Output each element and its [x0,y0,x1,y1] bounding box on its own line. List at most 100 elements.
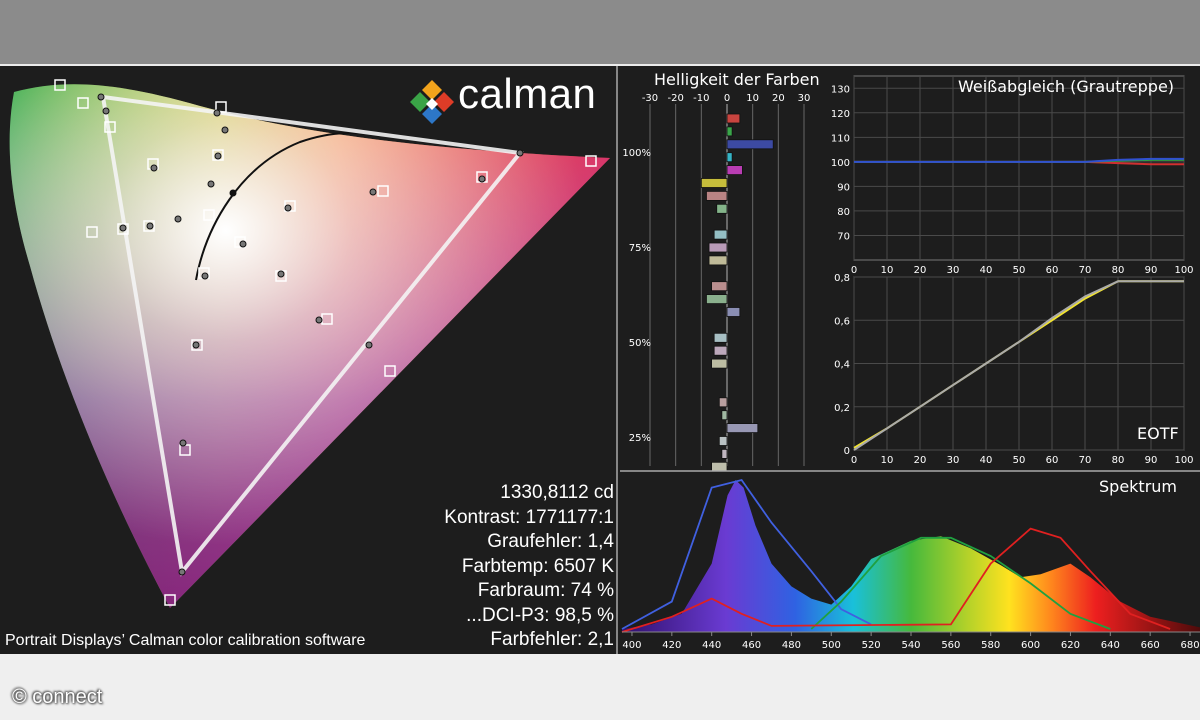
eotf-x-tick: 50 [1013,455,1026,466]
brightness-bar [726,307,741,317]
spectrum-x-tick: 480 [782,640,801,651]
brightness-bar [700,178,728,188]
wb-x-tick: 90 [1145,265,1158,276]
brightness-x-tick: 0 [724,93,730,104]
brightness-chart: -30 -20 -10 0 10 20 30 100% 75% 50% 25% [622,93,826,472]
white-balance-chart: 0 10 20 30 40 50 60 70 80 90 100 70 80 90 100 110 120 130 [831,75,1194,276]
wb-y-tick: 120 [831,109,850,120]
brightness-bar [713,229,728,240]
brightness-bar [726,113,741,124]
brightness-bar [713,345,728,356]
eotf-y-tick: 0,2 [834,403,850,414]
wb-x-tick: 40 [980,265,993,276]
brightness-bar [708,242,728,253]
spectrum-x-tick: 520 [862,640,881,651]
spectrum-title: Spektrum [1099,477,1177,496]
wb-x-tick: 50 [1013,265,1026,276]
brightness-bar [718,436,728,446]
eotf-y-tick: 0,4 [834,360,850,371]
brightness-chart-title: Helligkeit der Farben [654,70,820,89]
calman-logo-icon [410,80,454,124]
eotf-x-tick: 30 [947,455,960,466]
spectrum-x-tick: 540 [901,640,920,651]
brightness-bar [726,139,774,150]
eotf-x-tick: 100 [1174,455,1193,466]
eotf-x-tick: 10 [881,455,894,466]
stat-gray-error: Graufehler: 1,4 [487,531,614,552]
wb-y-tick: 100 [831,158,850,169]
eotf-x-tick: 0 [851,455,857,466]
eotf-x-tick: 80 [1112,455,1125,466]
stat-color-temp: Farbtemp: 6507 K [461,555,614,577]
brightness-bar [716,203,728,214]
stat-color-space: Farbraum: 74 % [477,580,614,601]
brightness-x-tick: -10 [693,93,709,104]
spectrum-x-tick: 420 [662,640,681,651]
brightness-y-label: 100% [622,148,651,159]
eotf-x-tick: 90 [1145,455,1158,466]
eotf-x-tick: 20 [914,455,927,466]
wb-x-tick: 10 [881,265,894,276]
eotf-y-tick: 0,8 [834,273,850,284]
copyright-credit: © connect [12,686,103,708]
spectrum-x-tick: 440 [702,640,721,651]
eotf-x-tick: 70 [1079,455,1092,466]
measurement-stats: 1330,8112 cd Kontrast: 1771177:1 Graufeh… [444,481,614,653]
brightness-y-label: 50% [629,338,651,349]
brightness-x-tick: 20 [772,93,785,104]
eotf-title: EOTF [1137,424,1179,443]
wb-x-tick: 100 [1174,265,1193,276]
brightness-bar [711,281,728,292]
brightness-bar [726,152,733,163]
brightness-x-tick: 10 [746,93,759,104]
software-caption: Portrait Displays’ Calman color calibrat… [5,632,366,649]
brightness-x-tick: -20 [667,93,683,104]
spectrum-x-tick: 460 [742,640,761,651]
spectrum-x-tick: 640 [1101,640,1120,651]
spectrum-x-tick: 560 [941,640,960,651]
spectrum-x-tick: 580 [981,640,1000,651]
calman-logo-text: calman [458,70,597,117]
bottom-band [0,654,1200,720]
white-balance-title: Weißabgleich (Grautreppe) [958,77,1175,96]
brightness-y-label: 25% [629,433,651,444]
wb-x-tick: 30 [947,265,960,276]
spectrum-x-tick: 600 [1021,640,1040,651]
brightness-bar [706,191,728,201]
eotf-y-tick: 0 [844,446,850,457]
wb-x-tick: 60 [1046,265,1059,276]
wb-y-tick: 70 [837,231,850,242]
brightness-y-label: 75% [629,243,651,254]
brightness-bar [726,165,743,175]
wb-x-tick: 20 [914,265,927,276]
brightness-bar [726,126,733,137]
spectrum-x-tick: 400 [622,640,641,651]
wb-y-tick: 90 [837,182,850,193]
brightness-bar [711,358,728,369]
spectrum-x-tick: 680 [1180,640,1199,651]
brightness-bar [711,461,728,472]
spectrum-x-tick: 620 [1061,640,1080,651]
brightness-bar [706,294,728,305]
wb-y-tick: 80 [837,207,850,218]
brightness-bar [721,448,728,459]
eotf-x-tick: 40 [980,455,993,466]
eotf-y-tick: 0,6 [834,316,850,327]
eotf-x-tick: 60 [1046,455,1059,466]
spectrum-chart: 400 420 440 460 480 500 520 540 560 580 600 620 640 6… [621,473,1200,651]
brightness-x-tick: 30 [798,93,811,104]
spectrum-x-tick: 660 [1141,640,1160,651]
stat-color-error: Farbfehler: 2,1 [490,629,614,650]
brightness-bar [718,397,728,408]
wb-y-tick: 110 [831,133,850,144]
wb-x-tick: 80 [1112,265,1125,276]
brightness-bar [726,423,759,434]
wb-x-tick: 0 [851,265,857,276]
brightness-bar [721,410,728,421]
brightness-bar [713,332,728,343]
stat-luminance: 1330,8112 cd [500,482,614,503]
brightness-bar [708,255,728,266]
brightness-x-tick: -30 [642,93,658,104]
wb-x-tick: 70 [1079,265,1092,276]
stat-dci-p3: ...DCI-P3: 98,5 % [466,604,614,626]
